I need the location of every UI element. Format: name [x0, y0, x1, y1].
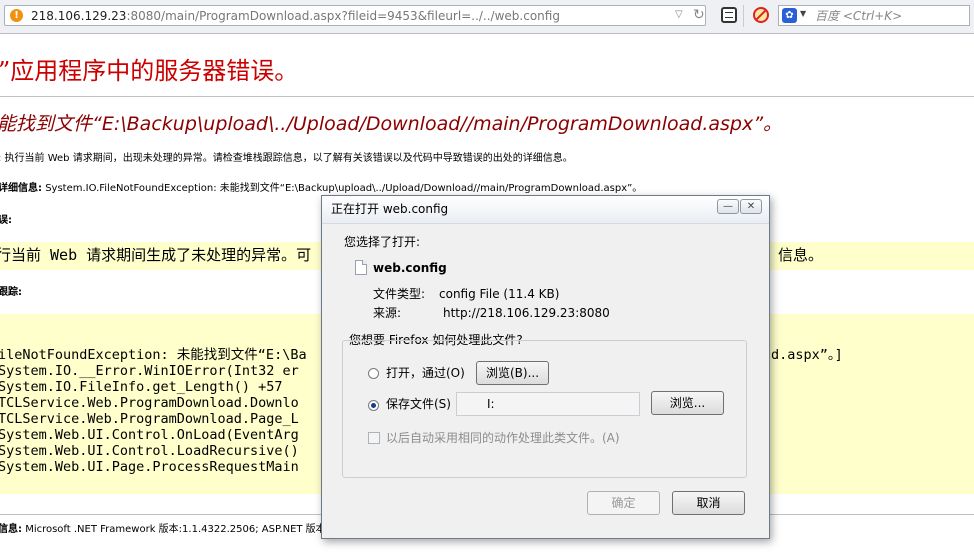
save-path-field[interactable]: I: — [456, 392, 640, 416]
source-label: 来源: — [373, 306, 402, 320]
dialog-title: 正在打开 web.config — [331, 202, 449, 216]
browser-toolbar: ! 218.106.129.23:8080/main/ProgramDownlo… — [0, 0, 974, 34]
file-type-value: config File (11.4 KB) — [439, 287, 560, 301]
error-description: : 执行当前 Web 请求期间，出现未处理的异常。请检查堆栈跟踪信息，以了解有关… — [0, 153, 573, 164]
exception-details: 详细信息: System.IO.FileNotFoundException: 未… — [0, 183, 643, 194]
baidu-paw-icon[interactable]: ✿ — [782, 8, 797, 23]
chose-to-open-label: 您选择了打开: — [344, 235, 421, 249]
stack-line: TCLService.Web.ProgramDownload.Downlo — [0, 395, 299, 411]
file-name: web.config — [373, 261, 447, 275]
open-with-radio[interactable] — [368, 368, 379, 379]
reader-icon[interactable] — [721, 7, 737, 23]
dialog-titlebar[interactable]: 正在打开 web.config — ✕ — [322, 196, 769, 224]
auto-action-checkbox[interactable] — [368, 432, 380, 444]
source-error-text-tail: 信息。 — [778, 246, 824, 264]
source-error-text: 行当前 Web 请求期间生成了未处理的异常。可 — [0, 246, 312, 264]
file-icon — [355, 260, 367, 275]
stack-trace-label: 跟踪: — [0, 287, 22, 298]
warning-icon: ! — [10, 9, 23, 22]
search-box[interactable]: ✿ ▼ 百度 <Ctrl+K> — [778, 5, 970, 26]
source-value: http://218.106.129.23:8080 — [443, 306, 610, 320]
file-type-label: 文件类型: — [373, 287, 426, 301]
version-info: 信息: Microsoft .NET Framework 版本:1.1.4322… — [0, 524, 326, 535]
save-file-label[interactable]: 保存文件(S) — [386, 397, 451, 412]
url-bar[interactable]: ! 218.106.129.23:8080/main/ProgramDownlo… — [4, 5, 706, 26]
search-engine-dropdown-icon[interactable]: ▼ — [800, 9, 806, 18]
stack-line: System.Web.UI.Control.OnLoad(EventArg — [0, 427, 299, 443]
reload-icon[interactable]: ↻ — [693, 7, 705, 23]
error-title: ”应用程序中的服务器错误。 — [0, 57, 299, 85]
stack-line: System.Web.UI.Page.ProcessRequestMain — [0, 459, 299, 475]
url-dropdown-icon[interactable]: ▽ — [675, 9, 683, 20]
stack-line: System.IO.FileInfo.get_Length() +57 — [0, 379, 283, 395]
close-icon[interactable]: ✕ — [740, 199, 762, 214]
save-file-radio[interactable] — [368, 400, 379, 411]
stack-line: System.IO.__Error.WinIOError(Int32 er — [0, 363, 299, 379]
ok-button[interactable]: 确定 — [587, 491, 660, 515]
stack-line: ileNotFoundException: 未能找到文件“E:\Ba — [0, 347, 307, 363]
auto-action-label[interactable]: 以后自动采用相同的动作处理此类文件。(A) — [386, 431, 620, 446]
stack-line: TCLService.Web.ProgramDownload.Page_L — [0, 411, 299, 427]
open-with-label[interactable]: 打开，通过(O) — [386, 366, 465, 381]
error-subtitle: 能找到文件“E:\Backup\upload\../Upload/Downloa… — [0, 113, 783, 135]
source-error-label: 误: — [0, 215, 12, 226]
stack-line-tail: d.aspx”。] — [771, 347, 843, 363]
search-placeholder[interactable]: 百度 <Ctrl+K> — [815, 9, 902, 23]
browse-b-button[interactable]: 浏览(B)... — [476, 361, 549, 385]
toolbar-divider — [743, 5, 744, 27]
url-text[interactable]: 218.106.129.23:8080/main/ProgramDownload… — [31, 9, 560, 23]
browse-button[interactable]: 浏览... — [651, 391, 724, 415]
cancel-button[interactable]: 取消 — [672, 491, 745, 515]
divider — [0, 96, 974, 97]
minimize-button[interactable]: — — [717, 199, 739, 214]
stack-line: System.Web.UI.Control.LoadRecursive() — [0, 443, 299, 459]
noscript-icon[interactable] — [753, 7, 769, 23]
